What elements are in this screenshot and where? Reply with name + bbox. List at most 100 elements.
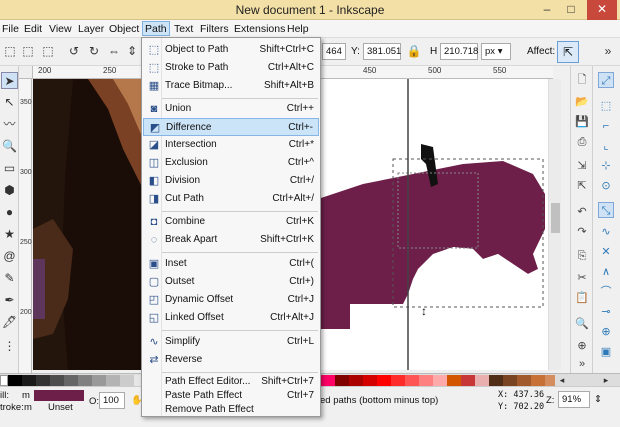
affect-toggle-button[interactable]: ⇱ [557,41,579,63]
color-swatch[interactable] [92,375,106,386]
menu-item-union[interactable]: ◙ Union Ctrl++ [143,100,319,118]
zoom-drawing-icon[interactable]: ⊕ [574,338,590,354]
menu-filters[interactable]: Filters [198,22,231,37]
close-button[interactable]: ✕ [587,0,617,20]
menu-item-dynamic-offset[interactable]: ◰ Dynamic Offset Ctrl+J [143,291,319,309]
minimize-button[interactable]: – [536,0,558,20]
menu-item-break-apart[interactable]: ◌ Break Apart Shift+Ctrl+K [143,231,319,249]
vertical-ruler[interactable]: 350 300 250 200 [19,79,32,373]
menu-help[interactable]: Help [285,22,311,37]
export-icon[interactable]: ⇱ [574,178,590,194]
color-swatch[interactable] [120,375,134,386]
color-swatch[interactable] [106,375,120,386]
x-field[interactable]: 464 [322,43,346,60]
menu-object[interactable]: Object [107,22,141,37]
flip-horizontal-icon[interactable]: ⇔ [106,43,122,59]
ellipse-tool-icon[interactable]: ● [1,204,18,221]
save-icon[interactable]: 💾 [574,114,590,130]
print-icon[interactable]: ⎙ [574,134,590,150]
palette-scroll-icon[interactable]: ◂ [556,375,568,386]
maximize-button[interactable]: □ [560,0,582,20]
menu-item-intersection[interactable]: ◪ Intersection Ctrl+* [143,136,319,154]
menu-item-cut-path[interactable]: ◨ Cut Path Ctrl+Alt+/ [143,190,319,208]
import-icon[interactable]: ⇲ [574,158,590,174]
color-swatch[interactable] [64,375,78,386]
h-field[interactable]: 210.718 [440,43,478,60]
snap-toggle-icon[interactable]: ⤢ [598,72,614,88]
menu-text[interactable]: Text [172,22,195,37]
menu-item-division[interactable]: ◧ Division Ctrl+/ [143,172,319,190]
menu-item-object-to-path[interactable]: ⬚ Object to Path Shift+Ctrl+C [143,41,319,59]
menu-view[interactable]: View [47,22,74,37]
rotate-ccw-icon[interactable]: ↺ [66,43,82,59]
menu-item-remove-path-effect[interactable]: Remove Path Effect [143,401,319,419]
menu-extensions[interactable]: Extensions [232,22,287,37]
3d-box-tool-icon[interactable]: ⬢ [1,182,18,199]
snap-centers-icon[interactable]: ⊙ [598,178,614,194]
menu-item-trace-bitmap[interactable]: ▦ Trace Bitmap... Shift+Alt+B [143,77,319,95]
menu-file[interactable]: File [0,22,21,37]
menu-item-inset[interactable]: ▣ Inset Ctrl+( [143,255,319,273]
pencil-tool-icon[interactable]: ✎ [1,270,18,287]
redo-icon[interactable]: ↷ [574,224,590,240]
color-swatch[interactable] [475,375,489,386]
select-all-layers-icon[interactable]: ⬚ [20,43,36,59]
color-swatch[interactable] [8,375,22,386]
color-swatch[interactable] [503,375,517,386]
select-all-icon[interactable]: ⬚ [2,43,18,59]
zoom-spin-icon[interactable]: ⇕ [594,394,602,405]
unit-select[interactable]: px ▾ [481,43,511,60]
menu-item-linked-offset[interactable]: ◱ Linked Offset Ctrl+Alt+J [143,309,319,327]
rectangle-tool-icon[interactable]: ▭ [1,160,18,177]
color-swatch[interactable] [22,375,36,386]
y-field[interactable]: 381.051 [363,43,401,60]
snap-paths-icon[interactable]: ∿ [598,224,614,240]
menu-item-stroke-to-path[interactable]: ⬚ Stroke to Path Ctrl+Alt+C [143,59,319,77]
commands-overflow-icon[interactable]: » [574,356,590,372]
color-swatch[interactable] [419,375,433,386]
spiral-tool-icon[interactable]: @ [1,248,18,265]
fill-indicator[interactable] [34,390,84,401]
color-swatch[interactable] [321,375,335,386]
color-swatch[interactable] [545,375,555,386]
undo-icon[interactable]: ↶ [574,204,590,220]
color-swatch[interactable] [349,375,363,386]
menu-edit[interactable]: Edit [22,22,44,37]
scrollbar-thumb[interactable] [551,203,560,233]
color-swatch[interactable] [531,375,545,386]
color-swatch[interactable] [377,375,391,386]
opacity-field[interactable]: 100 [99,392,125,409]
toolbar-overflow-icon[interactable]: » [600,43,616,59]
color-swatch[interactable] [335,375,349,386]
zoom-selection-icon[interactable]: 🔍 [574,316,590,332]
color-swatch[interactable] [405,375,419,386]
flip-vertical-icon[interactable]: ⇕ [124,43,140,59]
color-swatch[interactable] [134,375,141,386]
menu-item-simplify[interactable]: ∿ Simplify Ctrl+L [143,333,319,351]
pen-tool-icon[interactable]: ✒ [1,292,18,309]
snap-rotation-center-icon[interactable]: ⊕ [598,324,614,340]
menu-item-reverse[interactable]: ⇄ Reverse [143,351,319,369]
menu-item-difference[interactable]: ◩ Difference Ctrl+- [143,118,319,136]
palette-menu-icon[interactable]: ▸ [600,375,612,386]
tweak-tool-icon[interactable]: 〰 [1,116,18,133]
snap-bbox-edges-icon[interactable]: ⌐ [598,118,614,134]
open-icon[interactable]: 📂 [574,94,590,110]
copy-icon[interactable]: ⎘ [574,248,590,264]
zoom-tool-icon[interactable]: 🔍 [1,138,18,155]
color-swatch[interactable] [461,375,475,386]
selector-tool-icon[interactable]: ➤ [1,72,18,89]
color-swatch[interactable] [363,375,377,386]
snap-smooth-icon[interactable]: ⌒ [598,284,614,300]
no-paint-swatch[interactable] [0,375,8,386]
paste-icon[interactable]: 📋 [574,290,590,306]
color-swatch[interactable] [433,375,447,386]
color-swatch[interactable] [78,375,92,386]
zoom-field[interactable]: 91% [558,391,590,408]
menu-item-combine[interactable]: ◘ Combine Ctrl+K [143,213,319,231]
menu-item-exclusion[interactable]: ◫ Exclusion Ctrl+^ [143,154,319,172]
snap-nodes-icon[interactable]: ⤡ [598,202,614,218]
color-swatch[interactable] [36,375,50,386]
vertical-scrollbar[interactable] [548,79,561,370]
calligraphy-tool-icon[interactable]: 🖋 [1,314,18,331]
